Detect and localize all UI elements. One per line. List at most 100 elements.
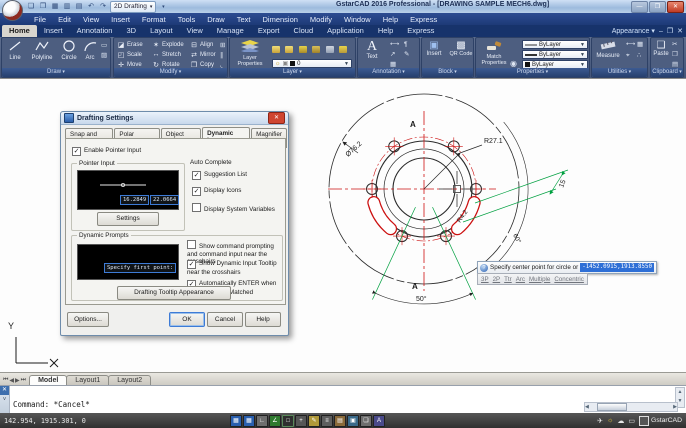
display-system-variables-checkbox[interactable]: Display System Variables [192,203,275,214]
doc-restore-icon[interactable]: ❐ [667,27,673,35]
scroll-thumb[interactable] [596,403,627,411]
quickcalc-icon[interactable]: ▦ [637,41,643,48]
measure-tool[interactable]: Measure [594,40,622,59]
redo-icon[interactable]: ↷ [98,2,108,12]
tab-export[interactable]: Export [251,25,287,37]
close-button[interactable]: ✕ [667,1,684,13]
coordinate-input[interactable]: -1452.0915,1913.8550 [580,263,655,272]
cut-icon[interactable]: ✂ [672,41,677,48]
settings-button[interactable]: Settings [97,212,159,226]
circle-tool[interactable]: Circle [58,40,80,61]
model-space-icon[interactable]: ▣ [347,414,359,427]
polyline-tool[interactable]: Polyline [28,40,56,61]
tab-model[interactable]: Model [29,375,68,385]
doc-close-icon[interactable]: ✕ [677,27,683,35]
workspace-select[interactable]: 2D Drafting ▾ [110,0,157,13]
enable-pointer-input-checkbox[interactable]: ✓ Enable Pointer Input [72,147,141,156]
otrack-icon[interactable]: + [295,414,307,427]
array-icon[interactable]: ⊞ [220,42,225,49]
command-window[interactable]: ✕ ˅ Command: *Cancel* Command: CIRCLE Sp… [0,385,686,413]
tab-insert[interactable]: Insert [37,25,70,37]
panel-annotation-footer[interactable]: Annotation [358,68,419,77]
options-button[interactable]: Options... [67,312,109,327]
layer-thaw-icon[interactable] [312,46,321,53]
panel-modify-footer[interactable]: Modify [114,68,227,77]
option-3p[interactable]: 3P [481,276,489,283]
qr-code-tool[interactable]: ▩ QR Code [448,40,474,57]
menu-window[interactable]: Window [338,15,377,24]
polar-icon[interactable]: ∠ [269,414,281,427]
dimension-icon[interactable]: ⟷ [390,41,399,48]
panel-utilities-footer[interactable]: Utilities [592,68,647,77]
paper-space-icon[interactable]: ▤ [334,414,346,427]
tab-express[interactable]: Express [400,25,441,37]
tab-home[interactable]: Home [2,25,37,37]
menu-tools[interactable]: Tools [172,15,202,24]
point-style-icon[interactable]: ∴ [637,52,641,59]
layer-properties-tool[interactable]: Layer Properties [232,40,268,67]
tab-layout2[interactable]: Layout2 [108,375,152,385]
menu-modify[interactable]: Modify [304,15,338,24]
stretch-tool[interactable]: ↔ Stretch [152,51,182,58]
ok-button[interactable]: OK [169,312,205,327]
open-icon[interactable]: ❒ [38,2,48,12]
tab-layout1[interactable]: Layout1 [66,375,110,385]
annotation-scale-icon[interactable]: A [373,414,385,427]
command-close-icon[interactable]: ✕ [0,386,9,395]
align-tool[interactable]: ⊟ Align [190,41,213,49]
id-point-icon[interactable]: ⌖ [626,52,630,59]
ortho-icon[interactable]: ∟ [256,414,268,427]
drawing-canvas[interactable]: A A R27.1 Ø76.2 R4.2 15 50° 60° Y ? Spec… [0,78,686,372]
dyn-icon[interactable]: ✎ [308,414,320,427]
help-button[interactable]: Help [245,312,281,327]
mtext-icon[interactable]: ¶ [404,41,408,48]
qat-menu-icon[interactable]: ▾ [158,2,168,12]
dialog-titlebar[interactable]: Drafting Settings ✕ [61,112,288,125]
option-concentric[interactable]: Concentric [554,276,584,283]
menu-format[interactable]: Format [136,15,172,24]
grid-icon[interactable]: ▦ [243,414,255,427]
tab-view[interactable]: View [180,25,210,37]
next-layout-icon[interactable]: ▶ [15,377,20,384]
panel-properties-footer[interactable]: Properties [476,68,589,77]
quick-view-icon[interactable]: ❏ [360,414,372,427]
table-icon[interactable]: ▦ [390,61,396,68]
text-tool[interactable]: A Text [361,39,383,60]
copy-clip-icon[interactable]: ❐ [672,51,678,58]
distance-icon[interactable]: ⟷ [626,41,635,48]
panel-block-footer[interactable]: Block [422,68,473,77]
explode-tool[interactable]: ✶ Explode [152,41,184,49]
style-icon[interactable]: ✎ [404,51,409,58]
menu-dimension[interactable]: Dimension [256,15,303,24]
command-expand-icon[interactable]: ˅ [0,396,9,405]
restore-button[interactable]: ❐ [649,1,666,13]
offset-icon[interactable]: ∥ [220,52,223,59]
cancel-button[interactable]: Cancel [207,312,243,327]
scale-tool[interactable]: ◰ Scale [117,51,142,59]
doc-minimize-icon[interactable]: – [659,28,663,35]
scroll-right-icon[interactable]: ▶ [673,404,677,410]
scroll-left-icon[interactable]: ◀ [585,404,589,410]
paste-special-icon[interactable]: ▤ [672,61,678,68]
layer-dropdown[interactable]: ☼ ▣ 0 ▼ [272,59,352,68]
line-tool[interactable]: Line [4,40,26,61]
mirror-tool[interactable]: ⇄ Mirror [190,51,216,59]
tab-layout[interactable]: Layout [143,25,180,37]
menu-express[interactable]: Express [404,15,443,24]
snap-icon[interactable]: ▦ [230,414,242,427]
menu-text[interactable]: Text [231,15,257,24]
display-icons-checkbox[interactable]: ✓ Display Icons [192,187,241,196]
panel-layer-footer[interactable]: Layer [230,68,355,77]
tab-help[interactable]: Help [371,25,400,37]
lineweight-dropdown[interactable]: ByLayer ▼ [522,50,588,59]
new-icon[interactable]: ❏ [26,2,36,12]
layer-unlock-icon[interactable] [339,46,348,53]
menu-draw[interactable]: Draw [201,15,231,24]
layer-freeze-icon[interactable] [298,46,307,53]
hatch-icon[interactable]: ▨ [101,52,107,59]
layer-off-icon[interactable] [285,46,294,53]
save-icon[interactable]: ▦ [50,2,60,12]
panel-draw-footer[interactable]: Draw [2,68,110,77]
prev-layout-icon[interactable]: ◀ [9,377,14,384]
option-arc[interactable]: Arc [516,276,525,283]
